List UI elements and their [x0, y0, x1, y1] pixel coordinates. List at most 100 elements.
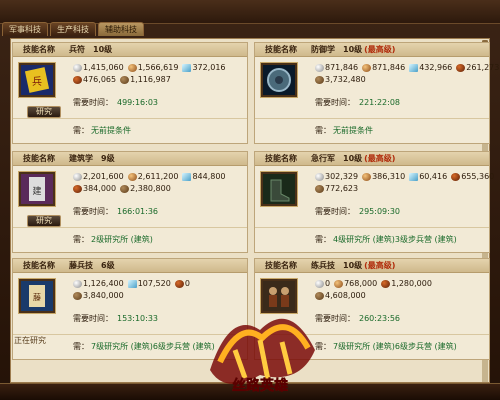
gem-icon [182, 63, 192, 72]
food-icon [73, 75, 82, 84]
resource-amount: 476,065 [83, 75, 117, 84]
resource-cost: 1,126,400 [73, 279, 124, 288]
column-label: 技能名称 [23, 45, 55, 54]
wood-icon [120, 75, 130, 84]
card-footer: 需： 无前提条件 [255, 119, 489, 143]
resource-amount: 2,611,200 [137, 172, 179, 181]
column-label: 技能名称 [23, 261, 55, 270]
resource-amount: 3,732,480 [325, 75, 366, 84]
resource-cost: 1,116,987 [120, 75, 171, 84]
research-button[interactable]: 研究 [27, 215, 61, 227]
resource-amount: 4,608,000 [325, 291, 366, 300]
silver-icon [73, 63, 82, 72]
skill-level: 10级 [343, 154, 363, 163]
resource-amount: 386,310 [372, 172, 406, 181]
time-label: 需要时间： [73, 314, 113, 323]
silver-icon [73, 279, 82, 288]
time-label: 需要时间： [73, 207, 113, 216]
skill-level: 6级 [101, 261, 115, 270]
svg-text:藤: 藤 [33, 292, 41, 302]
wood-icon [73, 291, 82, 300]
food-icon [451, 172, 461, 181]
resource-amount: 1,280,000 [391, 279, 432, 288]
resource-row: 2,201,600 2,611,200 844,800 [73, 172, 230, 181]
resource-row: 3,840,000 [73, 291, 128, 300]
gem-icon [127, 279, 137, 288]
time-value: 166:01:36 [117, 207, 159, 216]
resource-cost: 3,732,480 [315, 75, 366, 84]
resource-cost: 107,520 [127, 279, 171, 288]
resource-cost: 1,566,619 [127, 63, 179, 72]
silver-icon [315, 279, 324, 288]
resource-cost: 844,800 [182, 172, 226, 181]
copper-icon [362, 172, 372, 181]
resource-amount: 655,360 [461, 172, 495, 181]
researching-label: 正在研究 [14, 336, 46, 345]
game-window: 军事科技 生产科技 辅助科技 技能名称 兵符 10级 兵 1,415,060 1,… [0, 0, 500, 400]
resource-cost: 302,329 [315, 172, 358, 181]
card-body: 兵 1,415,060 1,566,619 372,016 476,065 1,116,… [13, 57, 247, 119]
requirement-label: 需： [73, 235, 89, 244]
card-footer: 需： 无前提条件 [13, 119, 247, 143]
copper-icon [127, 172, 137, 181]
time-value: 499:16:03 [117, 98, 159, 107]
food-icon [174, 279, 184, 288]
gem-icon [409, 63, 419, 72]
resource-amount: 60,416 [419, 172, 448, 181]
resource-row: 476,065 1,116,987 [73, 75, 175, 84]
time-value: 153:10:33 [117, 314, 159, 323]
skill-name: 兵符 [69, 45, 85, 54]
resource-cost: 0 [174, 279, 190, 288]
silver-icon [315, 63, 324, 72]
food-icon [73, 184, 82, 193]
resource-cost: 871,846 [362, 63, 405, 72]
column-label: 技能名称 [265, 45, 297, 54]
time-row: 需要时间： 153:10:33 [73, 313, 158, 324]
resource-row: 302,329 386,310 60,416 655,360 [315, 172, 498, 181]
resource-amount: 1,566,619 [137, 63, 179, 72]
gem-icon [409, 172, 419, 181]
svg-text:建: 建 [32, 185, 41, 197]
resource-amount: 1,415,060 [83, 63, 124, 72]
time-value: 260:23:56 [359, 314, 401, 323]
resource-row: 1,415,060 1,566,619 372,016 [73, 63, 230, 72]
resource-amount: 432,966 [419, 63, 453, 72]
resource-row: 3,732,480 [315, 75, 370, 84]
requirement-value: 2级研究所 (建筑) [91, 235, 153, 244]
skill-level: 10级 [343, 45, 363, 54]
skill-level: 10级 [93, 45, 113, 54]
card-header: 技能名称 藤兵技 6级 [13, 259, 247, 273]
tally-icon: 兵 [19, 63, 55, 97]
copper-icon [362, 63, 372, 72]
tech-tabs: 军事科技 生产科技 辅助科技 [2, 22, 146, 36]
game-logo: 丝路英雄 [210, 318, 315, 394]
resource-amount: 1,126,400 [83, 279, 124, 288]
requirement-label: 需： [73, 342, 89, 351]
silver-icon [315, 172, 324, 181]
resource-cost: 0 [315, 279, 330, 288]
max-level-tag: (最高级) [364, 261, 396, 270]
skill-card: 技能名称 兵符 10级 兵 1,415,060 1,566,619 372,016 4… [12, 42, 248, 144]
card-footer: 需： 2级研究所 (建筑) [13, 228, 247, 252]
tab-military-tech[interactable]: 军事科技 [2, 22, 48, 36]
tab-support-tech[interactable]: 辅助科技 [98, 22, 144, 36]
requirement-row: 需： 4级研究所 (建筑)3级步兵营 (建筑) [315, 233, 457, 247]
skill-card: 技能名称 急行军 10级 (最高级) 302,329 386,310 60,416 6… [254, 151, 494, 253]
resource-amount: 2,380,800 [130, 184, 171, 193]
food-icon [381, 279, 391, 288]
shield-icon [261, 63, 297, 97]
resource-cost: 2,611,200 [127, 172, 179, 181]
copper-icon [127, 63, 137, 72]
card-header: 技能名称 兵符 10级 [13, 43, 247, 57]
research-button[interactable]: 研究 [27, 106, 61, 118]
card-header: 技能名称 防御学 10级 (最高级) [255, 43, 489, 57]
gem-icon [182, 172, 192, 181]
column-label: 技能名称 [265, 261, 297, 270]
top-frame [0, 0, 500, 24]
requirement-value: 无前提条件 [333, 126, 373, 135]
requirement-row: 需： 无前提条件 [315, 124, 373, 138]
tab-production-tech[interactable]: 生产科技 [50, 22, 96, 36]
card-header: 技能名称 练兵技 10级 (最高级) [255, 259, 489, 273]
resource-cost: 476,065 [73, 75, 116, 84]
resource-amount: 107,520 [137, 279, 171, 288]
